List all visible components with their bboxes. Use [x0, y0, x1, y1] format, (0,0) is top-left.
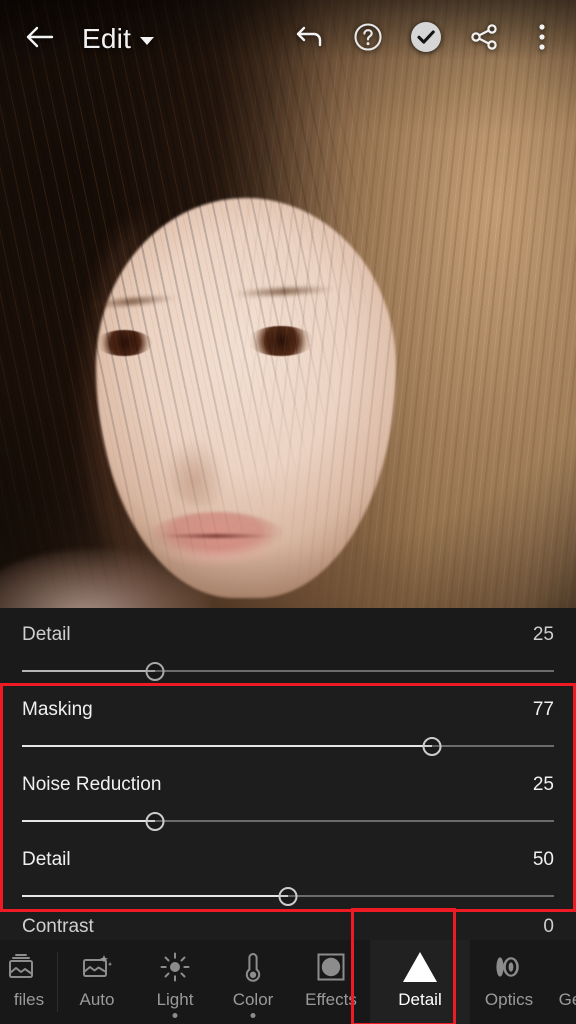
- slider-track[interactable]: [22, 662, 554, 681]
- undo-button[interactable]: [292, 15, 328, 63]
- slider-header: Detail 50: [22, 849, 554, 871]
- tab-label: files: [13, 990, 45, 1009]
- photo-preview[interactable]: [0, 0, 576, 608]
- slider-thumb[interactable]: [145, 812, 165, 831]
- thermometer-icon: [242, 948, 264, 986]
- tab-label: Auto: [79, 990, 115, 1009]
- chevron-down-icon: [140, 37, 155, 45]
- tab-modified-dot: [172, 1013, 178, 1018]
- back-arrow-icon: [25, 24, 55, 55]
- slider-header: Noise Reduction 25: [22, 774, 554, 796]
- screen-title-dropdown[interactable]: Edit: [82, 23, 155, 55]
- slider-bar-fill: [22, 820, 155, 822]
- slider-header: Detail 25: [22, 624, 554, 646]
- slider-label: Detail: [22, 849, 71, 870]
- tab-modified-dot: [250, 1013, 256, 1018]
- slider-row-detail-top[interactable]: Detail 25: [0, 608, 576, 683]
- slider-header: Contrast 0: [22, 916, 554, 938]
- profiles-icon: [9, 948, 38, 986]
- triangle-icon: [403, 948, 437, 986]
- slider-bar-fill: [22, 670, 155, 672]
- slider-track[interactable]: [22, 812, 554, 831]
- slider-row-masking[interactable]: Masking 77: [0, 683, 576, 758]
- slider-bar-fill: [22, 895, 288, 897]
- tab-label: Light: [156, 990, 194, 1009]
- slider-track[interactable]: [22, 737, 554, 756]
- top-toolbar-actions: [292, 15, 560, 63]
- help-circle-icon: [353, 22, 383, 57]
- slider-thumb[interactable]: [278, 887, 298, 906]
- slider-value: 25: [532, 774, 554, 795]
- help-button[interactable]: [350, 15, 386, 63]
- tab-light[interactable]: Light: [136, 940, 214, 1024]
- lens-icon: [492, 948, 526, 986]
- check-circle-icon: [410, 21, 442, 58]
- tab-label: Geometry: [558, 990, 576, 1009]
- tab-label: Optics: [484, 990, 534, 1009]
- slider-row-noise-reduction[interactable]: Noise Reduction 25: [0, 758, 576, 833]
- slider-label: Noise Reduction: [22, 774, 162, 795]
- tab-geometry[interactable]: Geometry: [548, 940, 576, 1024]
- slider-bar-fill: [22, 745, 432, 747]
- slider-header: Masking 77: [22, 699, 554, 721]
- tab-auto[interactable]: Auto: [58, 940, 136, 1024]
- top-toolbar: Edit: [0, 0, 576, 78]
- more-options-button[interactable]: [524, 15, 560, 63]
- lightroom-edit-screen: Edit Detail 25 Masking 77 Noise Reductio…: [0, 0, 576, 1024]
- slider-track[interactable]: [22, 887, 554, 906]
- slider-thumb[interactable]: [145, 662, 165, 681]
- slider-value: 50: [532, 849, 554, 870]
- page-title: Edit: [82, 23, 132, 54]
- slider-value: 77: [532, 699, 554, 720]
- overflow-menu-icon: [538, 22, 546, 57]
- slider-label: Contrast: [22, 916, 94, 937]
- slider-value: 0: [543, 916, 554, 937]
- tab-label: Detail: [398, 990, 442, 1009]
- photo-vignette: [0, 0, 576, 608]
- auto-magic-icon: [81, 948, 113, 986]
- undo-icon: [294, 24, 326, 55]
- slider-row-detail-bottom[interactable]: Detail 50: [0, 833, 576, 908]
- sun-icon: [160, 948, 190, 986]
- share-button[interactable]: [466, 15, 502, 63]
- tab-effects[interactable]: Effects: [292, 940, 370, 1024]
- slider-value: 25: [532, 624, 554, 645]
- slider-label: Masking: [22, 699, 93, 720]
- tab-color[interactable]: Color: [214, 940, 292, 1024]
- slider-label: Detail: [22, 624, 71, 645]
- vignette-icon: [316, 948, 346, 986]
- tab-label: Effects: [305, 990, 357, 1009]
- share-icon: [469, 22, 499, 57]
- tab-detail[interactable]: Detail: [370, 940, 470, 1024]
- tool-tab-bar: files Auto Light Color Effects Detail Op…: [0, 940, 576, 1024]
- tab-optics[interactable]: Optics: [470, 940, 548, 1024]
- done-button[interactable]: [408, 15, 444, 63]
- back-button[interactable]: [16, 15, 64, 63]
- tab-label: Color: [232, 990, 274, 1009]
- slider-thumb[interactable]: [422, 737, 442, 756]
- tab-profiles[interactable]: files: [0, 940, 58, 1024]
